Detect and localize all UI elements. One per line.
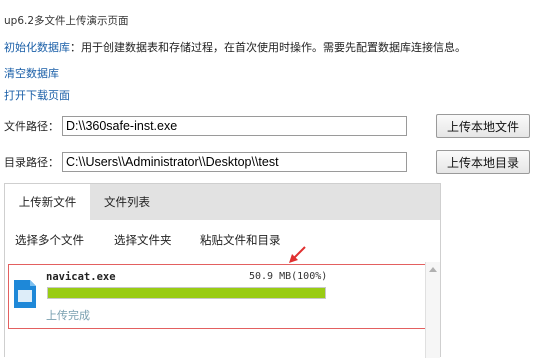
upload-local-file-button[interactable]: 上传本地文件 [436, 114, 530, 138]
open-download-page-link[interactable]: 打开下载页面 [4, 87, 70, 103]
list-item[interactable]: navicat.exe 50.9 MB(100%) 上传完成 [8, 264, 428, 329]
red-arrow-annotation-icon [289, 246, 306, 263]
file-icon [14, 280, 36, 308]
dir-path-input[interactable] [62, 152, 407, 172]
tab-bar: 上传新文件 文件列表 [5, 184, 440, 220]
dir-path-row: 目录路径： [4, 151, 407, 173]
select-multiple-files-button[interactable]: 选择多个文件 [15, 232, 84, 248]
progress-bar [47, 287, 326, 299]
init-db-description: ：用于创建数据表和存储过程，在首次使用时操作。需要先配置数据库连接信息。 [70, 41, 466, 54]
scroll-up-icon[interactable] [429, 267, 437, 272]
upload-panel: 上传新文件 文件列表 选择多个文件 选择文件夹 粘贴文件和目录 navicat.… [4, 183, 441, 358]
progress-fill [48, 288, 325, 298]
dir-path-label: 目录路径： [4, 156, 59, 169]
upload-list: navicat.exe 50.9 MB(100%) 上传完成 [5, 262, 440, 358]
file-size: 50.9 MB(100%) [249, 271, 328, 282]
select-folder-button[interactable]: 选择文件夹 [114, 232, 172, 248]
file-path-label: 文件路径： [4, 120, 59, 133]
file-name: navicat.exe [46, 271, 116, 283]
tab-upload-new-file[interactable]: 上传新文件 [5, 184, 90, 220]
scrollbar[interactable] [425, 262, 440, 358]
init-db-line: 初始化数据库：用于创建数据表和存储过程，在首次使用时操作。需要先配置数据库连接信… [4, 39, 466, 55]
page-title: up6.2多文件上传演示页面 [4, 15, 129, 27]
file-path-row: 文件路径： [4, 115, 407, 137]
upload-toolbar: 选择多个文件 选择文件夹 粘贴文件和目录 [5, 232, 440, 250]
upload-local-dir-button[interactable]: 上传本地目录 [436, 150, 530, 174]
paste-files-button[interactable]: 粘贴文件和目录 [200, 232, 281, 248]
tab-file-list[interactable]: 文件列表 [92, 184, 162, 220]
clear-db-link[interactable]: 清空数据库 [4, 65, 59, 81]
upload-status: 上传完成 [46, 309, 90, 322]
file-path-input[interactable] [62, 116, 407, 136]
init-db-link[interactable]: 初始化数据库 [4, 41, 70, 54]
